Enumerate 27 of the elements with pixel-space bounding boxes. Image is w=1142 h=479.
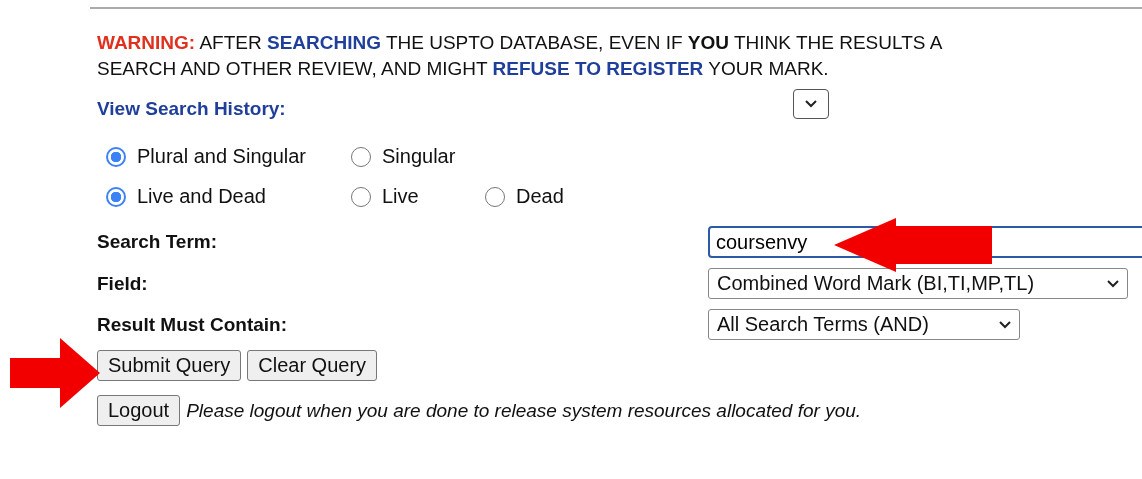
- query-button[interactable]: Submit Query: [97, 350, 242, 381]
- radio-label: Plural and Singular: [137, 145, 306, 168]
- history-dropdown[interactable]: [793, 89, 829, 119]
- radio-button[interactable]: [351, 146, 371, 167]
- search-history-link[interactable]: View Search History:: [97, 98, 708, 120]
- field-label: Search Term:: [97, 231, 219, 253]
- warning-text: WARNING: AFTER SEARCHING THE USPTO DATABASE, EVEN IF YOU THINK THE RESULTS A SEARCH AND OTHER REVIEW, AND MIGHT REFUSE TO REGISTER YOUR MARK.: [97, 31, 944, 81]
- arrow-icon: [10, 338, 100, 408]
- chevron-icon: [999, 320, 1011, 329]
- logout-button[interactable]: Logout: [97, 395, 181, 426]
- radio-button[interactable]: [485, 186, 505, 207]
- radio-button[interactable]: [106, 186, 126, 207]
- radio-button[interactable]: [106, 146, 126, 167]
- chevron-icon: [805, 100, 817, 108]
- chevron-icon: [1107, 279, 1119, 288]
- radio-label: Live: [382, 185, 419, 208]
- field-label: Result Must Contain:: [97, 313, 288, 336]
- field-label: Field:: [97, 272, 149, 295]
- result-dropdown[interactable]: All Search Terms (AND): [708, 309, 1020, 340]
- arrow-icon: [834, 218, 992, 272]
- radio-label: Live and Dead: [137, 185, 266, 208]
- logout-note: Please logout when you are done to release system resources allocated for you.: [186, 399, 862, 422]
- radio-button[interactable]: [351, 186, 371, 207]
- radio-label: Singular: [382, 145, 456, 168]
- radio-label: Dead: [516, 185, 564, 208]
- query-button[interactable]: Clear Query: [247, 350, 378, 381]
- field-dropdown[interactable]: Combined Word Mark (BI,TI,MP,TL): [708, 268, 1128, 299]
